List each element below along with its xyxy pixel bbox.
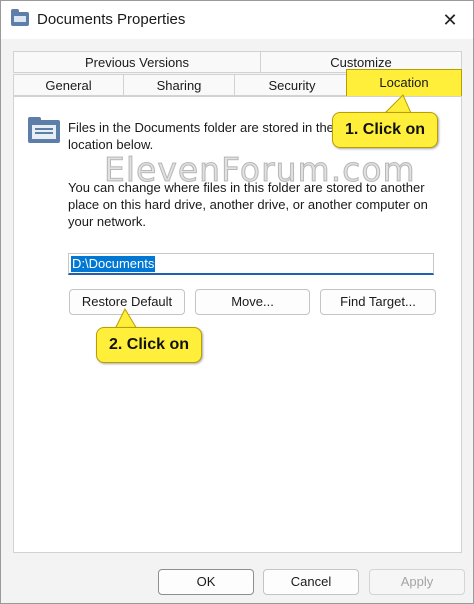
properties-dialog: Documents Properties ✕ Previous Versions…	[0, 0, 474, 604]
title-bar: Documents Properties ✕	[1, 1, 473, 39]
window-title: Documents Properties	[37, 11, 186, 28]
close-button[interactable]: ✕	[437, 7, 463, 33]
watermark: ElevenForum.com	[104, 150, 416, 190]
apply-button[interactable]: Apply	[369, 569, 465, 595]
tab-previous-versions[interactable]: Previous Versions	[13, 51, 261, 73]
documents-folder-icon	[28, 117, 60, 143]
callout-2: 2. Click on	[96, 327, 202, 363]
cancel-button[interactable]: Cancel	[263, 569, 359, 595]
tab-general[interactable]: General	[13, 74, 124, 96]
move-button[interactable]: Move...	[195, 289, 310, 315]
find-target-button[interactable]: Find Target...	[320, 289, 436, 315]
location-path-value: D:\Documents	[71, 256, 156, 272]
callout-1: 1. Click on	[332, 112, 438, 148]
ok-button[interactable]: OK	[158, 569, 254, 595]
folder-icon	[11, 9, 29, 26]
tab-sharing[interactable]: Sharing	[123, 74, 235, 96]
tab-security[interactable]: Security	[234, 74, 350, 96]
location-path-input[interactable]: D:\Documents	[68, 253, 434, 275]
